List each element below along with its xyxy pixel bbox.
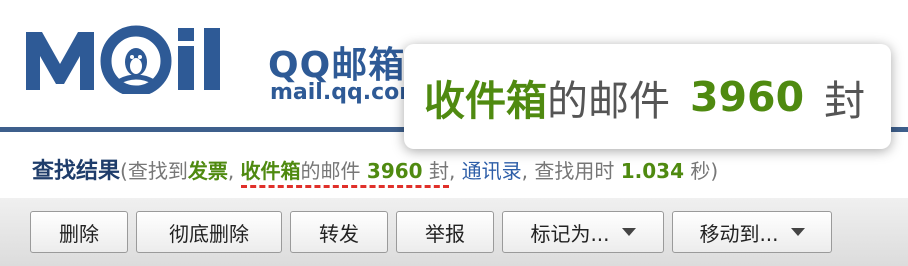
time-prefix: 查找用时 <box>534 159 615 183</box>
chevron-down-icon <box>790 228 805 236</box>
zoom-text: 的邮件 <box>547 76 670 125</box>
mail-toolbar: 删除 彻底删除 转发 举报 标记为... 移动到... <box>0 198 908 266</box>
inbox-result-link[interactable]: 收件箱的邮件 3960 封 <box>240 159 449 188</box>
mail-logo-icon <box>26 25 220 94</box>
move-to-label: 移动到... <box>699 221 779 246</box>
result-unit: 封 <box>428 159 449 183</box>
result-title: 查找结果 <box>32 159 121 184</box>
search-result-summary: 查找结果(查找到发票, 收件箱的邮件 3960 封, 通讯录, 查找用时 1.0… <box>32 153 719 188</box>
zoom-count: 3960 <box>690 72 805 121</box>
mark-as-label: 标记为... <box>530 221 610 246</box>
time-value: 1.034 <box>620 159 684 183</box>
mark-as-dropdown[interactable]: 标记为... <box>502 211 664 253</box>
zoom-callout: 收件箱 的邮件 3960 封 <box>404 44 891 149</box>
brand-domain: mail.qq.com <box>270 80 423 105</box>
result-keyword: 发票 <box>187 159 228 183</box>
delete-forever-button[interactable]: 彻底删除 <box>136 211 282 253</box>
zoom-unit: 封 <box>824 76 866 125</box>
delete-label: 删除 <box>59 221 99 246</box>
contacts-link[interactable]: 通讯录 <box>462 159 522 183</box>
result-count: 3960 <box>366 159 423 183</box>
report-button[interactable]: 举报 <box>396 211 494 253</box>
move-to-dropdown[interactable]: 移动到... <box>672 211 832 253</box>
comma: , <box>227 159 235 183</box>
result-folder: 收件箱 <box>240 159 301 183</box>
chevron-down-icon <box>621 228 636 236</box>
result-text: 的邮件 <box>300 159 361 183</box>
comma: , <box>448 159 456 183</box>
delete-button[interactable]: 删除 <box>30 211 128 253</box>
forward-label: 转发 <box>319 221 359 246</box>
qq-mail-logo[interactable]: QQ邮箱 mail.qq.com <box>22 14 422 114</box>
comma: , <box>521 159 529 183</box>
zoom-folder: 收件箱 <box>424 76 547 125</box>
result-prefix: (查找到 <box>120 159 188 183</box>
report-label: 举报 <box>425 221 465 246</box>
delete-forever-label: 彻底删除 <box>169 221 249 246</box>
time-unit: 秒) <box>690 159 719 183</box>
forward-button[interactable]: 转发 <box>290 211 388 253</box>
